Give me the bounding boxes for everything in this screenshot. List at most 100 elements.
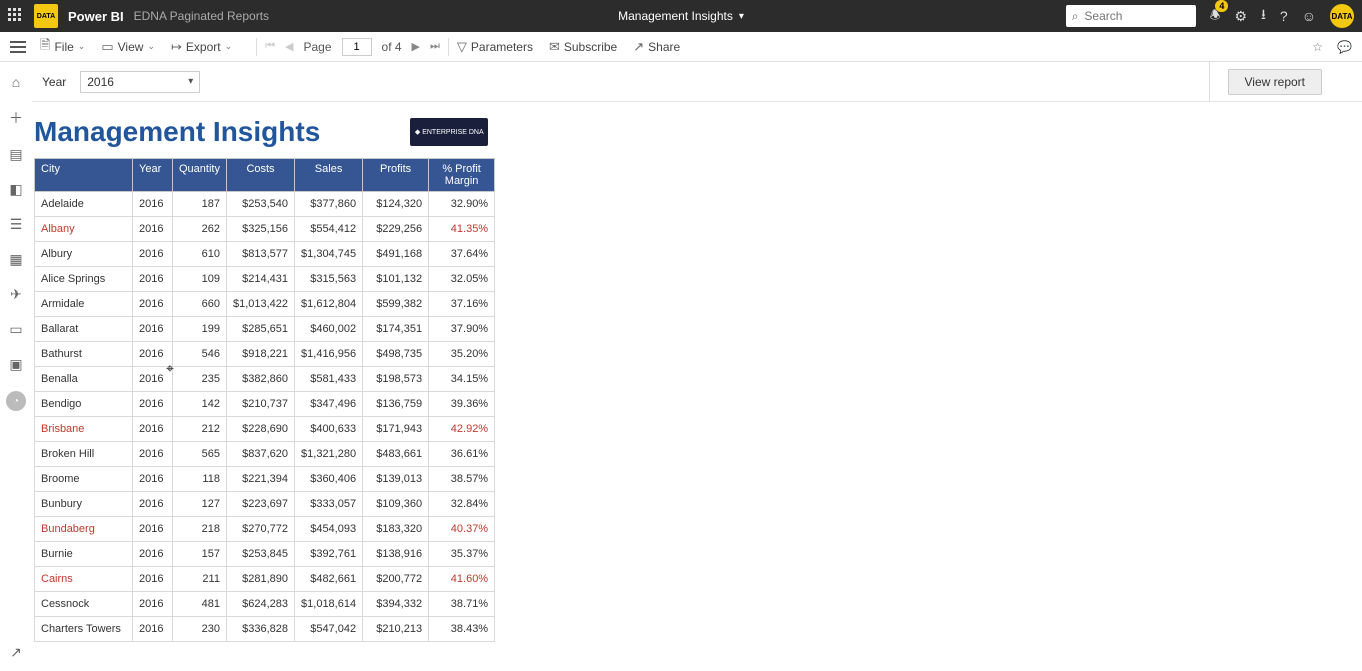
table-row[interactable]: Charters Towers2016230$336,828$547,042$2… bbox=[35, 617, 495, 642]
table-row[interactable]: Broome2016118$221,394$360,406$139,01338.… bbox=[35, 467, 495, 492]
cell-qty: 118 bbox=[173, 467, 227, 492]
table-row[interactable]: Cessnock2016481$624,283$1,018,614$394,33… bbox=[35, 592, 495, 617]
cell-year: 2016 bbox=[133, 517, 173, 542]
browse-icon[interactable]: ▤ bbox=[9, 146, 22, 163]
view-menu[interactable]: ▭ View ⌄ bbox=[101, 39, 155, 55]
year-param-select[interactable]: 2016 ▾ bbox=[80, 71, 200, 93]
download-icon[interactable]: ⭳ bbox=[1261, 4, 1266, 28]
expand-nav-icon[interactable]: ↗ bbox=[10, 644, 22, 661]
cell-margin: 35.37% bbox=[429, 542, 495, 567]
cell-costs: $210,737 bbox=[226, 392, 294, 417]
cell-profits: $136,759 bbox=[363, 392, 429, 417]
topbar: DATA Power BI EDNA Paginated Reports Man… bbox=[0, 0, 1362, 32]
table-row[interactable]: Benalla2016235$382,860$581,433$198,57334… bbox=[35, 367, 495, 392]
search-box[interactable]: ⌕ bbox=[1066, 5, 1196, 27]
home-icon[interactable]: ⌂ bbox=[12, 74, 20, 90]
apps-icon[interactable]: ▦ bbox=[9, 251, 22, 268]
create-icon[interactable]: ＋ bbox=[9, 108, 23, 128]
table-row[interactable]: Bendigo2016142$210,737$347,496$136,75939… bbox=[35, 392, 495, 417]
table-row[interactable]: Bunbury2016127$223,697$333,057$109,36032… bbox=[35, 492, 495, 517]
col-profits[interactable]: Profits bbox=[363, 159, 429, 192]
workspaces-icon[interactable]: ▣ bbox=[9, 356, 22, 373]
file-menu[interactable]: 🗎 File ⌄ bbox=[40, 36, 85, 58]
data-hub-icon[interactable]: ◧ bbox=[9, 181, 22, 198]
prev-page-icon[interactable]: ◀ bbox=[285, 40, 293, 53]
table-row[interactable]: Armidale2016660$1,013,422$1,612,804$599,… bbox=[35, 292, 495, 317]
first-page-icon[interactable]: ⏮ bbox=[265, 40, 275, 53]
metrics-icon[interactable]: ☰ bbox=[10, 216, 23, 233]
col-margin[interactable]: % Profit Margin bbox=[429, 159, 495, 192]
brand-label: Power BI bbox=[68, 9, 124, 24]
workspace-label: EDNA Paginated Reports bbox=[134, 9, 269, 23]
cell-costs: $1,013,422 bbox=[226, 292, 294, 317]
export-menu[interactable]: ↦ Export ⌄ bbox=[171, 39, 232, 55]
cell-profits: $124,320 bbox=[363, 192, 429, 217]
table-row[interactable]: Cairns2016211$281,890$482,661$200,77241.… bbox=[35, 567, 495, 592]
cell-profits: $183,320 bbox=[363, 517, 429, 542]
cell-sales: $315,563 bbox=[295, 267, 363, 292]
cell-sales: $1,416,956 bbox=[295, 342, 363, 367]
table-row[interactable]: Bundaberg2016218$270,772$454,093$183,320… bbox=[35, 517, 495, 542]
feedback-icon[interactable]: ☺ bbox=[1302, 8, 1316, 24]
next-page-icon[interactable]: ▶ bbox=[412, 40, 420, 53]
report-name-dropdown[interactable]: Management Insights ▾ bbox=[618, 9, 744, 23]
table-header-row: City Year Quantity Costs Sales Profits %… bbox=[35, 159, 495, 192]
col-quantity[interactable]: Quantity bbox=[173, 159, 227, 192]
deploy-icon[interactable]: ✈ bbox=[10, 286, 22, 303]
col-year[interactable]: Year bbox=[133, 159, 173, 192]
search-input[interactable] bbox=[1082, 8, 1172, 24]
cell-profits: $498,735 bbox=[363, 342, 429, 367]
share-button[interactable]: ↗ Share bbox=[633, 39, 680, 55]
table-row[interactable]: Brisbane2016212$228,690$400,633$171,9434… bbox=[35, 417, 495, 442]
table-row[interactable]: Bathurst2016546$918,221$1,416,956$498,73… bbox=[35, 342, 495, 367]
cell-year: 2016 bbox=[133, 567, 173, 592]
cell-city: Bunbury bbox=[35, 492, 133, 517]
my-workspace-icon[interactable]: ◔ bbox=[6, 391, 26, 411]
cell-margin: 36.61% bbox=[429, 442, 495, 467]
share-icon: ↗ bbox=[633, 39, 644, 55]
table-row[interactable]: Adelaide2016187$253,540$377,860$124,3203… bbox=[35, 192, 495, 217]
table-row[interactable]: Burnie2016157$253,845$392,761$138,91635.… bbox=[35, 542, 495, 567]
avatar[interactable]: DATA bbox=[1330, 4, 1354, 28]
cell-qty: 218 bbox=[173, 517, 227, 542]
file-label: File bbox=[54, 40, 73, 54]
table-row[interactable]: Ballarat2016199$285,651$460,002$174,3513… bbox=[35, 317, 495, 342]
cell-profits: $171,943 bbox=[363, 417, 429, 442]
cell-city: Bundaberg bbox=[35, 517, 133, 542]
col-city[interactable]: City bbox=[35, 159, 133, 192]
learn-icon[interactable]: ▭ bbox=[9, 321, 22, 338]
cell-margin: 41.60% bbox=[429, 567, 495, 592]
cell-costs: $223,697 bbox=[226, 492, 294, 517]
page-input[interactable] bbox=[342, 38, 372, 56]
parameters-button[interactable]: ▽ Parameters bbox=[457, 39, 533, 55]
app-launcher-icon[interactable] bbox=[8, 8, 24, 24]
table-row[interactable]: Broken Hill2016565$837,620$1,321,280$483… bbox=[35, 442, 495, 467]
cell-year: 2016 bbox=[133, 592, 173, 617]
cell-qty: 262 bbox=[173, 217, 227, 242]
col-sales[interactable]: Sales bbox=[295, 159, 363, 192]
col-costs[interactable]: Costs bbox=[226, 159, 294, 192]
nav-toggle-icon[interactable] bbox=[10, 41, 26, 53]
settings-icon[interactable]: ⚙ bbox=[1234, 8, 1247, 25]
cell-year: 2016 bbox=[133, 267, 173, 292]
cell-qty: 660 bbox=[173, 292, 227, 317]
report-canvas: Management Insights ◆ ENTERPRISE DNA Cit… bbox=[32, 102, 1362, 671]
last-page-icon[interactable]: ⏭ bbox=[430, 40, 440, 53]
cell-costs: $382,860 bbox=[226, 367, 294, 392]
cell-margin: 40.37% bbox=[429, 517, 495, 542]
table-row[interactable]: Albury2016610$813,577$1,304,745$491,1683… bbox=[35, 242, 495, 267]
favorite-icon[interactable]: ☆ bbox=[1312, 40, 1323, 54]
cell-city: Armidale bbox=[35, 292, 133, 317]
comment-icon[interactable]: 💬 bbox=[1337, 40, 1352, 54]
cell-profits: $200,772 bbox=[363, 567, 429, 592]
cell-sales: $392,761 bbox=[295, 542, 363, 567]
cell-year: 2016 bbox=[133, 417, 173, 442]
table-row[interactable]: Albany2016262$325,156$554,412$229,25641.… bbox=[35, 217, 495, 242]
table-row[interactable]: Alice Springs2016109$214,431$315,563$101… bbox=[35, 267, 495, 292]
view-report-button[interactable]: View report bbox=[1228, 69, 1322, 95]
cell-profits: $139,013 bbox=[363, 467, 429, 492]
subscribe-button[interactable]: ✉ Subscribe bbox=[549, 39, 617, 55]
cell-city: Cessnock bbox=[35, 592, 133, 617]
notifications-button[interactable]: 🕭 4 bbox=[1210, 6, 1221, 27]
help-icon[interactable]: ? bbox=[1280, 8, 1288, 24]
